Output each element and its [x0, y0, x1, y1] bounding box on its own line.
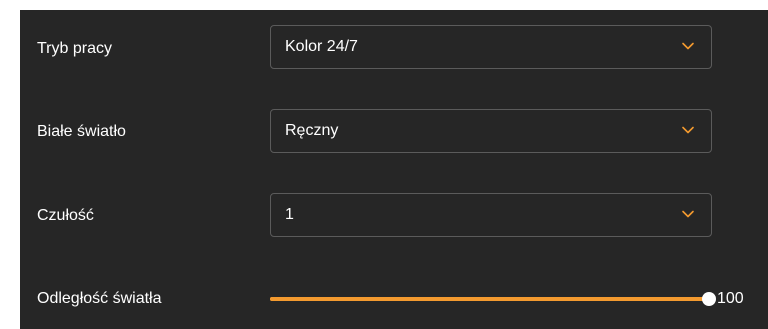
mode-select[interactable]: Kolor 24/7	[270, 25, 712, 69]
white-light-select[interactable]: Ręczny	[270, 109, 712, 153]
chevron-down-icon	[682, 42, 694, 50]
light-distance-value: 100	[717, 290, 744, 307]
mode-label: Tryb pracy	[37, 40, 112, 57]
chevron-down-icon	[682, 210, 694, 218]
light-distance-label: Odległość światła	[37, 290, 162, 307]
light-distance-slider-fill	[270, 297, 709, 301]
white-light-select-value: Ręczny	[285, 122, 339, 139]
mode-select-value: Kolor 24/7	[285, 38, 358, 55]
white-light-label: Białe światło	[37, 123, 126, 140]
chevron-down-icon	[682, 126, 694, 134]
light-distance-slider[interactable]	[270, 292, 716, 306]
sensitivity-select[interactable]: 1	[270, 193, 712, 237]
settings-panel: Tryb pracy Kolor 24/7 Białe światło Ręcz…	[20, 10, 768, 329]
sensitivity-label: Czułość	[37, 207, 94, 224]
light-distance-slider-thumb[interactable]	[702, 292, 716, 306]
sensitivity-select-value: 1	[285, 206, 294, 223]
